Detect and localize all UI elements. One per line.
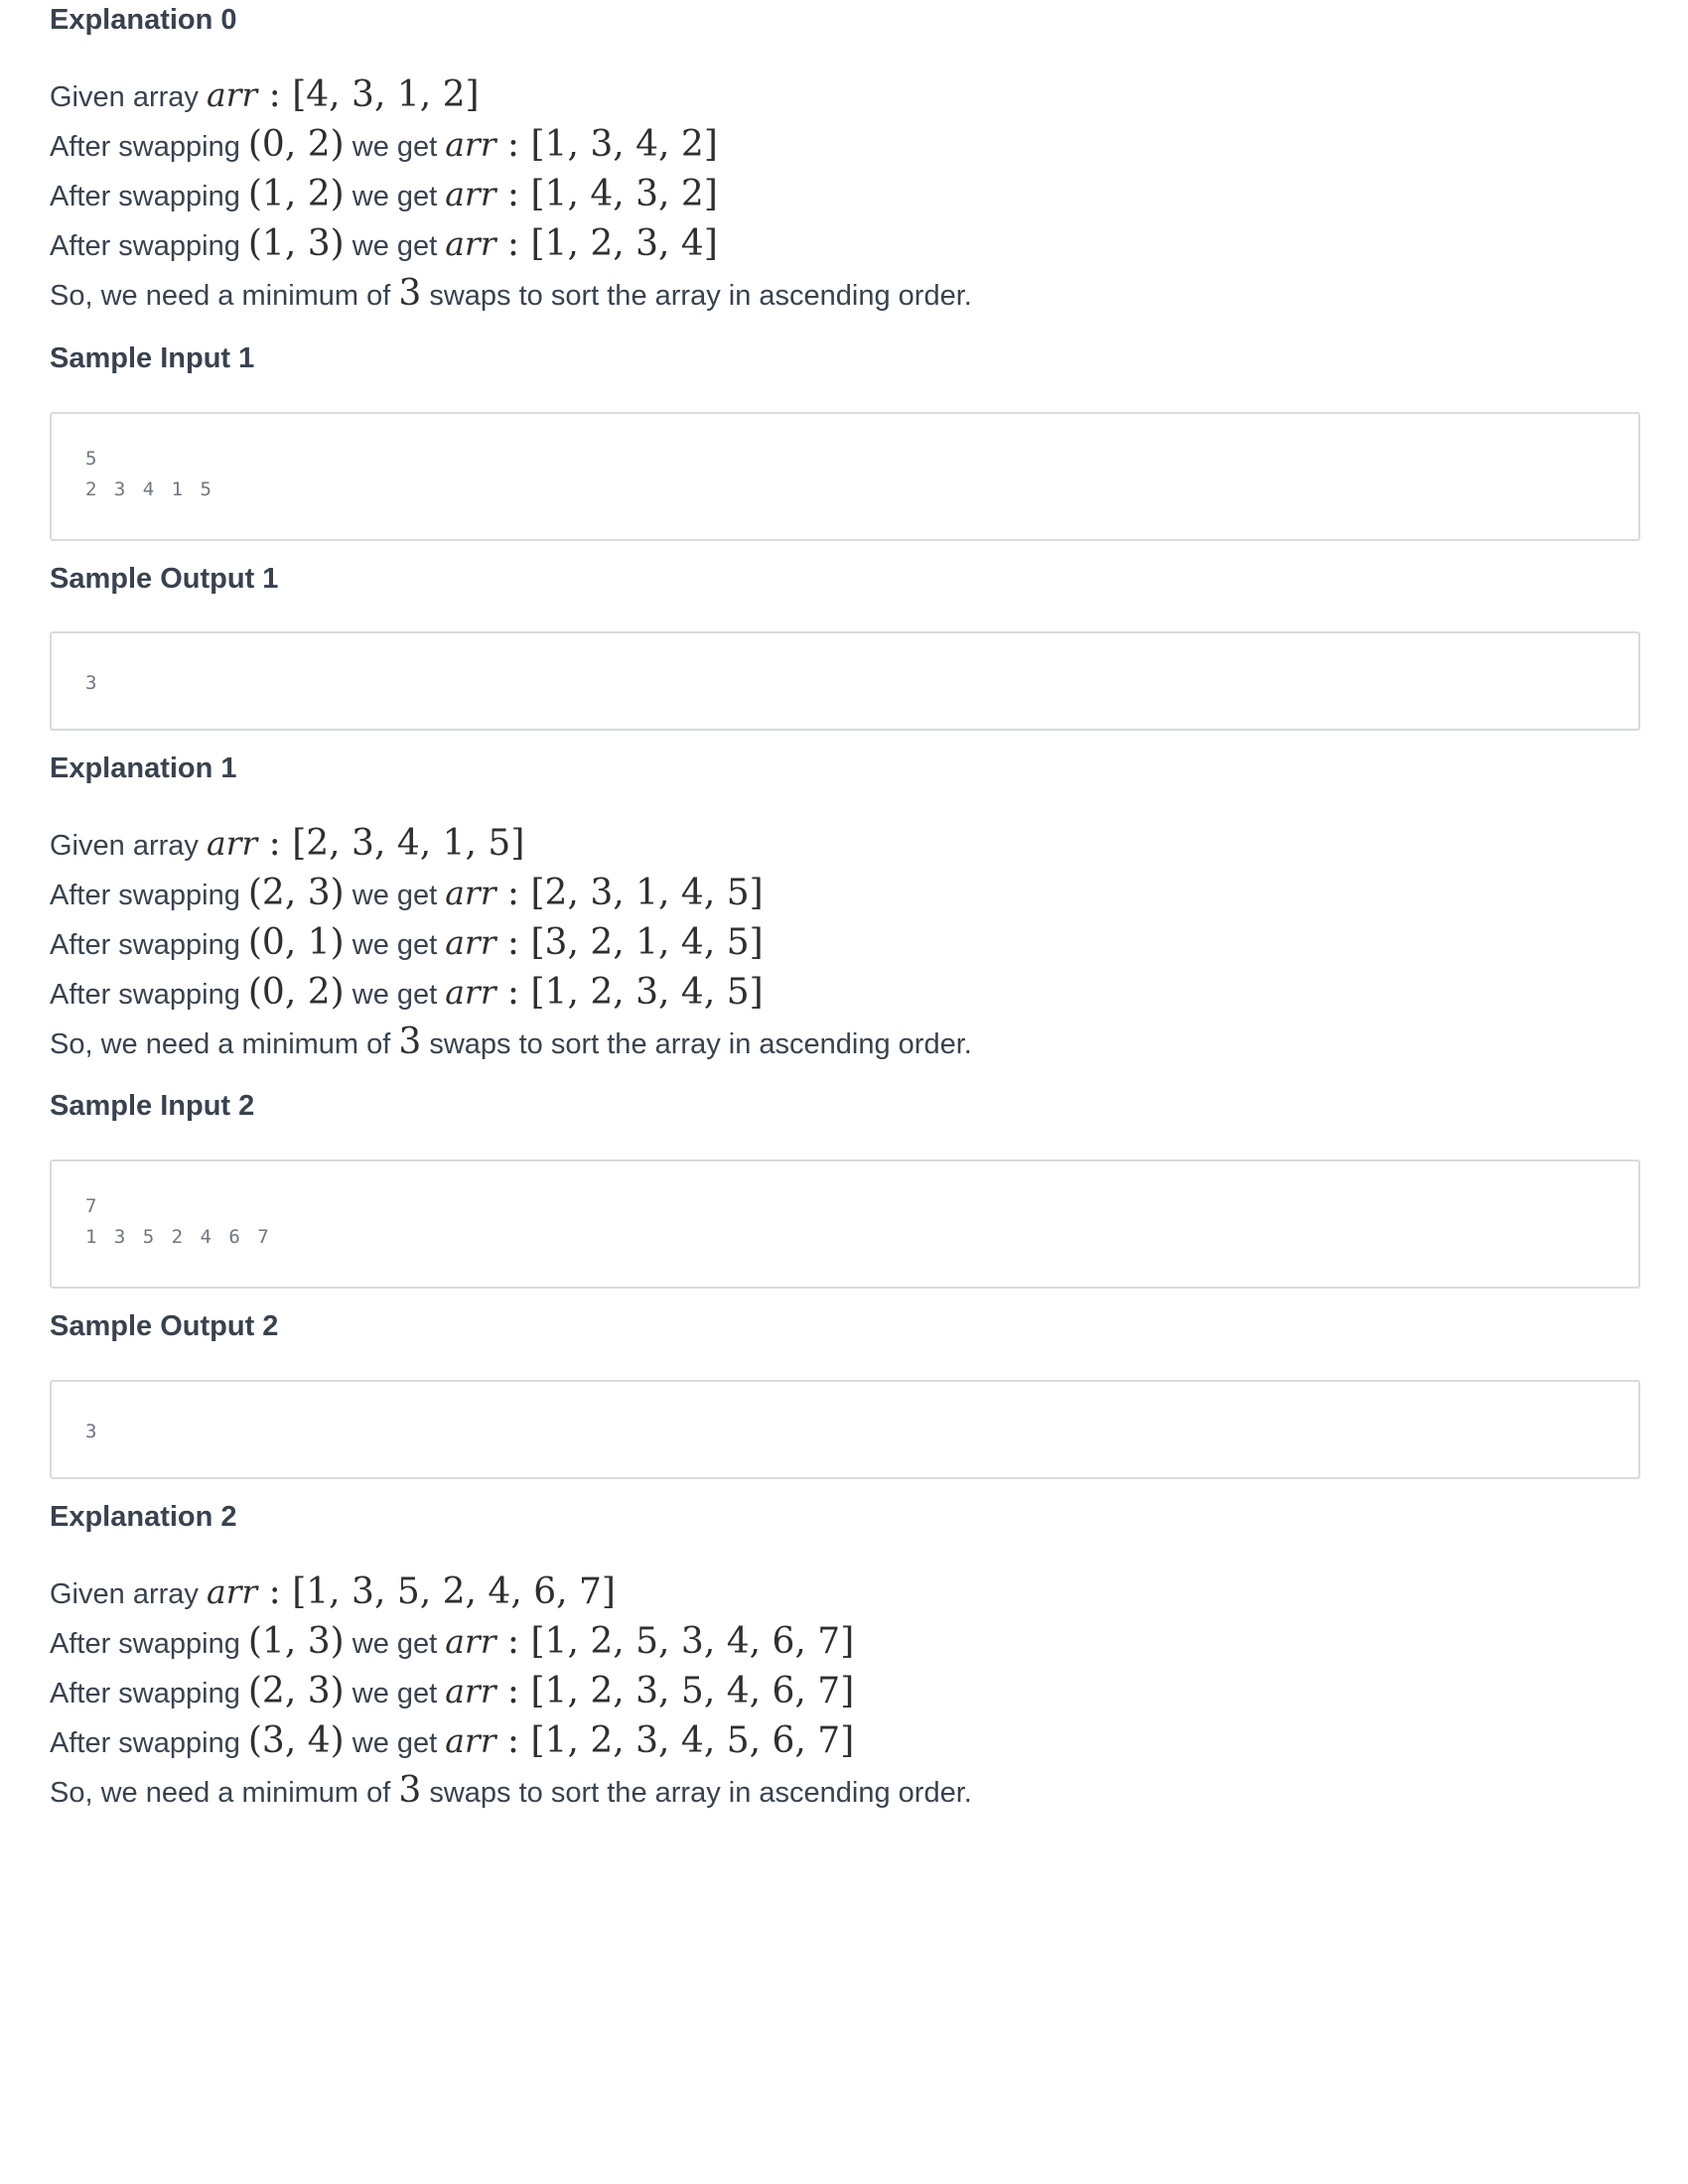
swap-step: After swapping (0, 1) we get arr : [3, 2… bbox=[50, 922, 764, 963]
section-heading: Explanation 0 bbox=[50, 4, 237, 36]
explanation-text: Given array arr : [2, 3, 4, 1, 5] After … bbox=[50, 820, 972, 1068]
summary-line: So, we need a minimum of 3 swaps to sort… bbox=[50, 1022, 972, 1062]
sample-output-2-box[interactable]: 3 bbox=[50, 1380, 1640, 1479]
section-heading: Sample Output 1 bbox=[50, 563, 279, 595]
swap-step: After swapping (1, 3) we get arr : [1, 2… bbox=[50, 1621, 855, 1662]
section-heading: Explanation 2 bbox=[50, 1501, 237, 1533]
sample-output-1-box[interactable]: 3 bbox=[50, 631, 1640, 731]
swap-step: After swapping (1, 2) we get arr : [1, 4… bbox=[50, 174, 718, 214]
sample-input-1-box[interactable]: 5 2 3 4 1 5 bbox=[50, 412, 1640, 541]
sample-input-1-code: 5 2 3 4 1 5 bbox=[85, 448, 214, 500]
summary-line: So, we need a minimum of 3 swaps to sort… bbox=[50, 1770, 972, 1811]
explanation-text: Given array arr : [1, 3, 5, 2, 4, 6, 7] … bbox=[50, 1569, 972, 1817]
swap-step: After swapping (2, 3) we get arr : [1, 2… bbox=[50, 1671, 855, 1711]
swap-step: After swapping (2, 3) we get arr : [2, 3… bbox=[50, 873, 764, 913]
explanation-1: Explanation 1 Given array arr : [2, 3, 4… bbox=[50, 749, 972, 1068]
summary-line: So, we need a minimum of 3 swaps to sort… bbox=[50, 273, 972, 314]
section-heading: Sample Input 2 bbox=[50, 1090, 255, 1122]
swap-step: After swapping (1, 3) we get arr : [1, 2… bbox=[50, 223, 718, 264]
swap-step: After swapping (0, 2) we get arr : [1, 2… bbox=[50, 972, 764, 1013]
section-heading: Explanation 1 bbox=[50, 752, 237, 784]
swap-step: After swapping (0, 2) we get arr : [1, 3… bbox=[50, 124, 718, 165]
explanation-text: Given array arr : [4, 3, 1, 2] After swa… bbox=[50, 71, 972, 320]
section-heading: Sample Output 2 bbox=[50, 1310, 279, 1342]
section-heading: Sample Input 1 bbox=[50, 342, 255, 374]
sample-input-2-box[interactable]: 7 1 3 5 2 4 6 7 bbox=[50, 1160, 1640, 1289]
swap-step: After swapping (3, 4) we get arr : [1, 2… bbox=[50, 1720, 855, 1761]
sample-input-2-code: 7 1 3 5 2 4 6 7 bbox=[85, 1195, 272, 1248]
given-line: Given array arr : [1, 3, 5, 2, 4, 6, 7] bbox=[50, 1571, 616, 1612]
sample-output-2-code: 3 bbox=[85, 1421, 100, 1442]
explanation-2: Explanation 2 Given array arr : [1, 3, 5… bbox=[50, 1497, 972, 1817]
given-line: Given array arr : [2, 3, 4, 1, 5] bbox=[50, 823, 525, 864]
explanation-0: Explanation 0 Given array arr : [4, 3, 1… bbox=[50, 0, 972, 320]
sample-output-1-code: 3 bbox=[85, 672, 100, 694]
given-line: Given array arr : [4, 3, 1, 2] bbox=[50, 74, 480, 115]
